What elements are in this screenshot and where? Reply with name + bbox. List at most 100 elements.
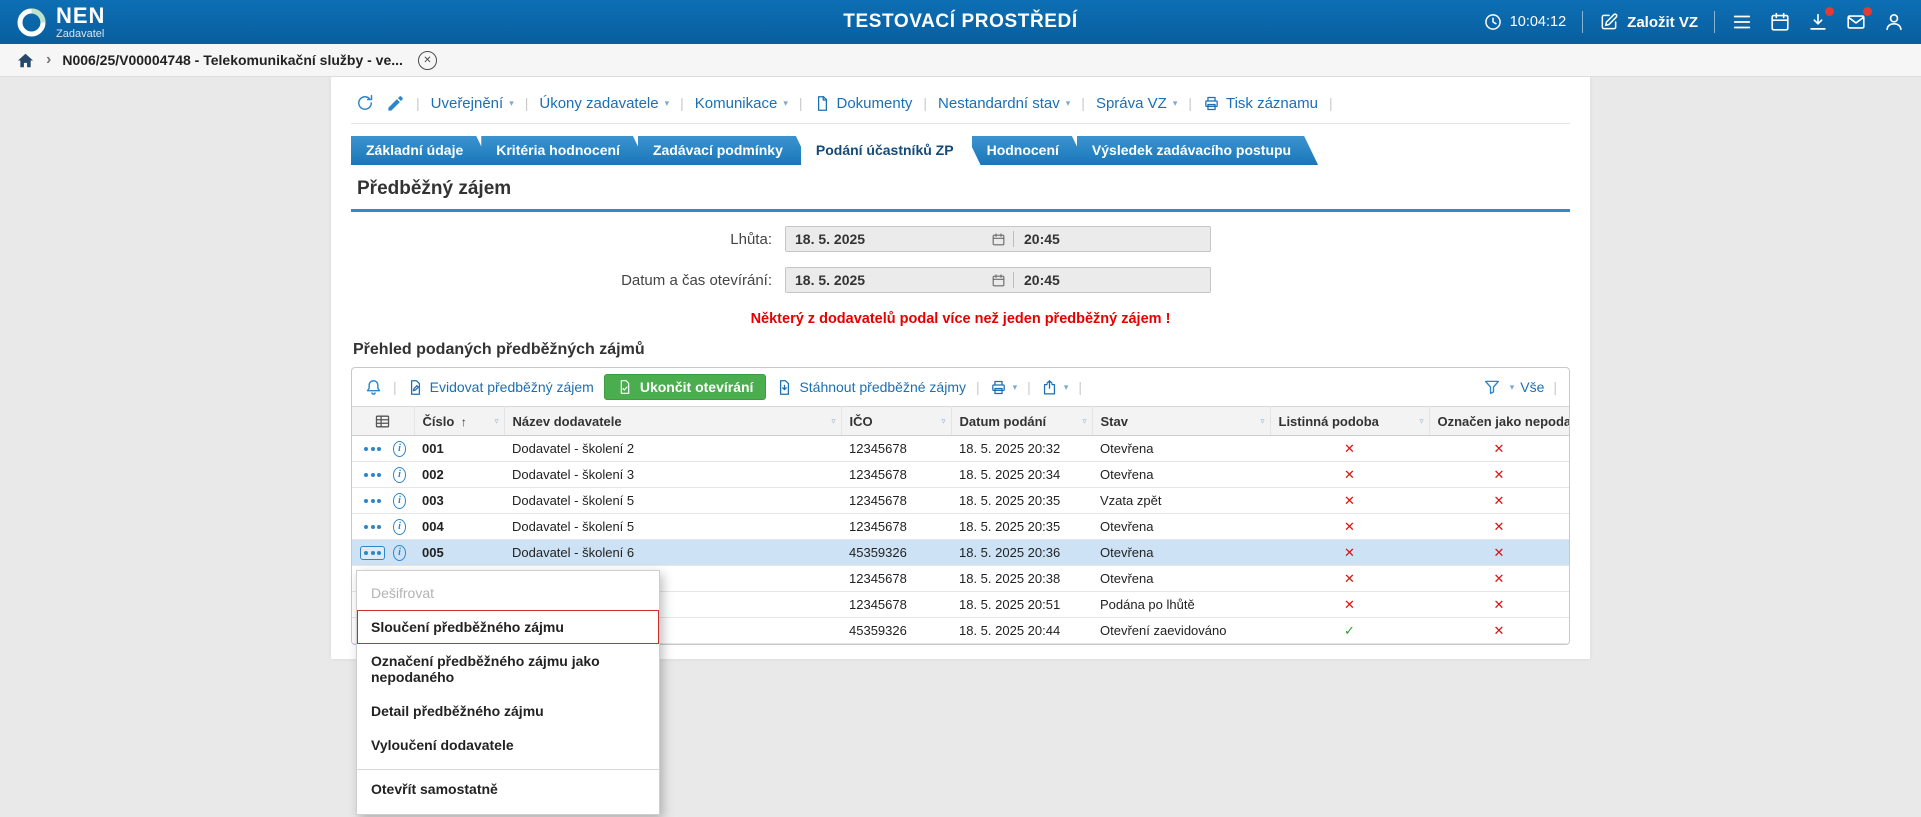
calendar-icon[interactable] — [991, 232, 1006, 247]
filter-preset-vse[interactable]: ▾ Vše — [1510, 379, 1545, 395]
evidovat-button[interactable]: Evidovat předběžný zájem — [407, 379, 594, 396]
table-row[interactable]: i 002Dodavatel - školení 3 1234567818. 5… — [352, 462, 1569, 488]
col-nepodany[interactable]: Označen jako nepodaný — [1429, 407, 1569, 436]
filter-button[interactable] — [1483, 378, 1501, 396]
warning-message: Některý z dodavatelů podal více než jede… — [351, 311, 1570, 327]
row-menu-button[interactable] — [360, 442, 385, 456]
session-time-value: 10:04:12 — [1510, 14, 1566, 30]
tab-podani-ucastniku-zp[interactable]: Podání účastníků ZP — [801, 136, 981, 165]
info-icon[interactable]: i — [393, 493, 406, 509]
lhuta-date-value[interactable]: 18. 5. 2025 — [786, 231, 991, 247]
menu-label: Tisk záznamu — [1226, 95, 1318, 112]
filter-caret-icon[interactable]: ▿ — [494, 417, 498, 426]
info-icon[interactable]: i — [393, 545, 406, 561]
listinna-mark: ✕ — [1270, 462, 1429, 488]
menu-tisk-zaznamu[interactable]: Tisk záznamu — [1203, 95, 1318, 112]
menu-komunikace[interactable]: Komunikace ▾ — [695, 95, 788, 112]
ctx-detail[interactable]: Detail předběžného zájmu — [357, 694, 659, 728]
menu-label: Správa VZ — [1096, 95, 1167, 112]
oteviranie-time-value[interactable]: 20:45 — [1014, 272, 1060, 288]
divider: | — [1329, 95, 1333, 111]
downloads-button[interactable] — [1807, 11, 1829, 33]
print-grid-button[interactable]: ▾ — [990, 379, 1018, 396]
filter-caret-icon[interactable]: ▿ — [1082, 417, 1086, 426]
info-icon[interactable]: i — [393, 467, 406, 483]
export-button[interactable]: ▾ — [1041, 379, 1069, 396]
table-row[interactable]: i 003Dodavatel - školení 5 1234567818. 5… — [352, 488, 1569, 514]
record-tabs: Základní údaje Kritéria hodnocení Zadáva… — [351, 136, 1570, 165]
nepodany-mark: ✕ — [1429, 540, 1569, 566]
divider — [1714, 11, 1715, 33]
info-icon[interactable]: i — [393, 519, 406, 535]
ctx-otevrit-samostatne[interactable]: Otevřít samostatně — [357, 772, 659, 806]
menu-dokumenty[interactable]: Dokumenty — [814, 95, 913, 112]
breadcrumb: › N006/25/V00004748 - Telekomunikační sl… — [0, 44, 1921, 77]
menu-divider — [357, 769, 659, 770]
table-row-selected[interactable]: i 005Dodavatel - školení 6 4535932618. 5… — [352, 540, 1569, 566]
col-cislo[interactable]: Číslo ↑ ▿ — [414, 407, 504, 436]
section-header: Předběžný zájem — [351, 165, 1570, 212]
ctx-oznaceni-nepodaneho[interactable]: Označení předběžného zájmu jako nepodané… — [357, 644, 659, 694]
lhuta-time-value[interactable]: 20:45 — [1014, 231, 1060, 247]
calendar-button[interactable] — [1769, 11, 1791, 33]
filter-caret-icon[interactable]: ▿ — [1260, 417, 1264, 426]
col-listinna[interactable]: Listinná podoba ▿ — [1270, 407, 1429, 436]
share-icon — [1041, 379, 1058, 396]
filter-caret-icon[interactable]: ▿ — [831, 417, 835, 426]
col-stav[interactable]: Stav ▿ — [1092, 407, 1270, 436]
menu-ukony-zadavatele[interactable]: Úkony zadavatele ▾ — [539, 95, 669, 112]
menu-uverejneni[interactable]: Uveřejnění ▾ — [431, 95, 514, 112]
ctx-vylouceni[interactable]: Vyloučení dodavatele — [357, 728, 659, 762]
tab-vysledek-zadavaciho-postupu[interactable]: Výsledek zadávacího postupu — [1077, 136, 1318, 165]
ctx-slouceni[interactable]: Sloučení předběžného zájmu — [357, 610, 659, 644]
profile-button[interactable] — [1883, 11, 1905, 33]
tab-zakladni-udaje[interactable]: Základní údaje — [351, 136, 490, 165]
edit-icon — [1599, 12, 1619, 32]
caret-down-icon: ▾ — [1064, 382, 1069, 393]
stahnout-button[interactable]: Stáhnout předběžné zájmy — [776, 379, 966, 396]
refresh-button[interactable] — [355, 93, 375, 113]
row-menu-button-active[interactable] — [360, 546, 385, 560]
column-settings-header[interactable] — [352, 407, 414, 436]
divider: | — [525, 95, 529, 111]
grid-toolbar: | Evidovat předběžný zájem Ukončit oteví… — [352, 368, 1569, 406]
messages-button[interactable] — [1845, 11, 1867, 33]
row-context-menu: Dešifrovat Sloučení předběžného zájmu Oz… — [356, 570, 660, 815]
filter-caret-icon[interactable]: ▿ — [941, 417, 945, 426]
close-record-button[interactable]: ✕ — [418, 51, 437, 70]
divider: | — [1078, 379, 1082, 395]
table-row[interactable]: i 004Dodavatel - školení 5 1234567818. 5… — [352, 514, 1569, 540]
row-menu-button[interactable] — [360, 520, 385, 534]
tab-kriteria-hodnoceni[interactable]: Kritéria hodnocení — [481, 136, 647, 165]
person-icon — [1883, 11, 1905, 33]
watch-button[interactable] — [364, 378, 383, 397]
tab-hodnoceni[interactable]: Hodnocení — [972, 136, 1086, 165]
edit-record-button[interactable] — [386, 94, 405, 113]
divider: | — [393, 379, 397, 395]
col-ico[interactable]: IČO ▿ — [841, 407, 951, 436]
menu-nestandardni-stav[interactable]: Nestandardní stav ▾ — [938, 95, 1070, 112]
menu-sprava-vz[interactable]: Správa VZ ▾ — [1096, 95, 1177, 112]
divider: | — [1027, 379, 1031, 395]
tab-zadavaci-podminky[interactable]: Zadávací podmínky — [638, 136, 810, 165]
table-row[interactable]: i 001Dodavatel - školení 2 1234567818. 5… — [352, 436, 1569, 462]
messages-badge — [1863, 7, 1872, 16]
create-vz-button[interactable]: Založit VZ — [1599, 12, 1698, 32]
home-button[interactable] — [16, 51, 35, 70]
nen-logo[interactable]: NEN Zadavatel — [16, 5, 105, 40]
pencil-icon — [386, 94, 405, 113]
row-menu-button[interactable] — [360, 494, 385, 508]
calendar-icon[interactable] — [991, 273, 1006, 288]
listinna-mark: ✕ — [1270, 540, 1429, 566]
col-datum[interactable]: Datum podání ▿ — [951, 407, 1092, 436]
main-menu-button[interactable] — [1731, 11, 1753, 33]
oteviranie-date-value[interactable]: 18. 5. 2025 — [786, 272, 991, 288]
info-icon[interactable]: i — [393, 441, 406, 457]
listinna-mark: ✕ — [1270, 488, 1429, 514]
breadcrumb-item[interactable]: N006/25/V00004748 - Telekomunikační služ… — [62, 52, 403, 68]
ukoncit-oteviranie-button[interactable]: Ukončit otevírání — [604, 374, 767, 400]
col-nazev[interactable]: Název dodavatele ▿ — [504, 407, 841, 436]
menu-label: Úkony zadavatele — [539, 95, 658, 112]
filter-caret-icon[interactable]: ▿ — [1419, 417, 1423, 426]
row-menu-button[interactable] — [360, 468, 385, 482]
